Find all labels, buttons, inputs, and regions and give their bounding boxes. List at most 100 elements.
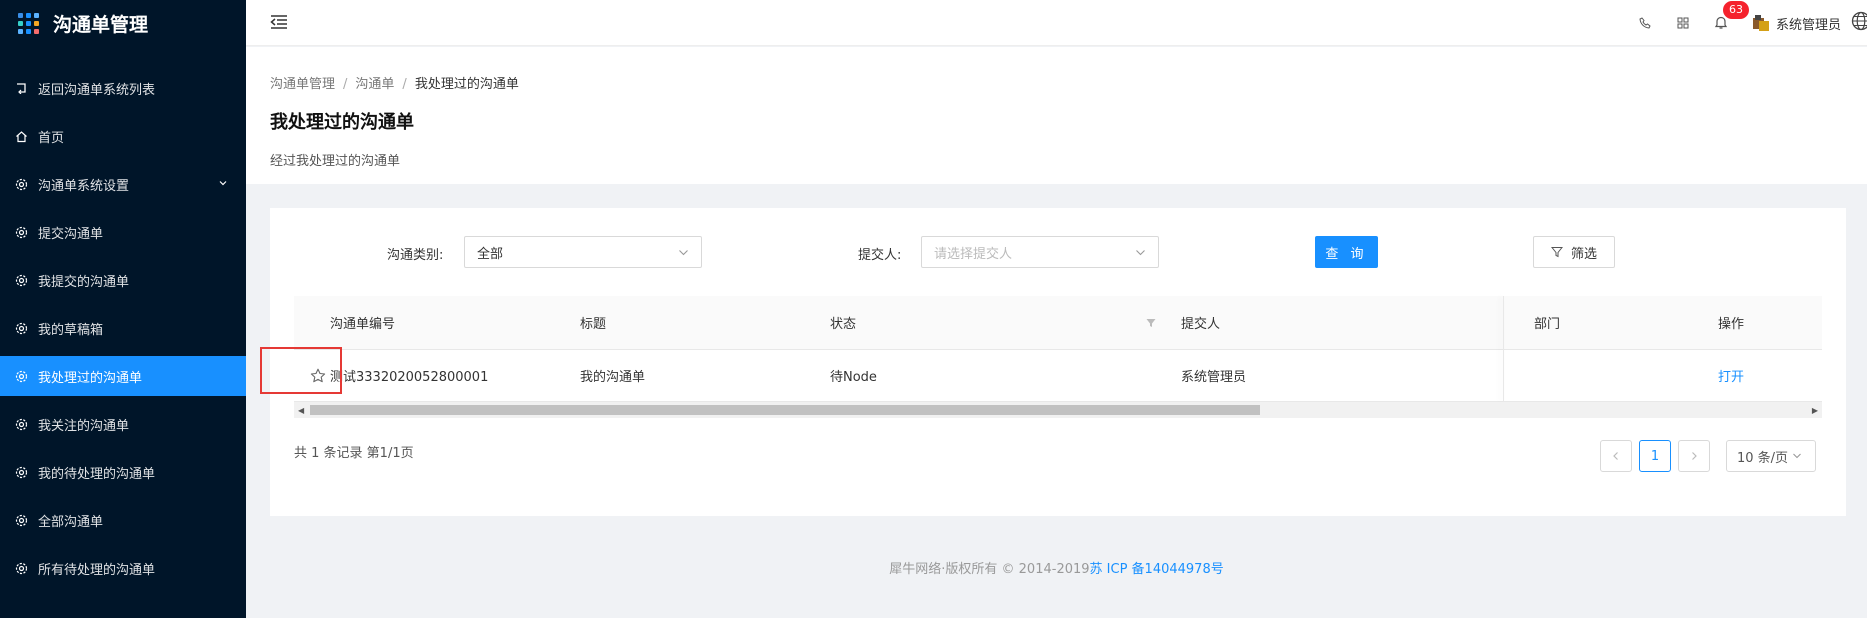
breadcrumb-item[interactable]: 沟通单管理 xyxy=(270,77,335,92)
scroll-left-icon[interactable]: ◀ xyxy=(298,406,304,415)
filter-button[interactable]: 筛选 xyxy=(1533,236,1615,268)
gear-icon xyxy=(14,369,28,383)
cell-title: 我的沟通单 xyxy=(580,370,646,385)
header-actions: 63 系统管理员 xyxy=(1626,0,1867,46)
sidebar-item-my-submitted[interactable]: 我提交的沟通单 xyxy=(0,260,246,300)
apps-icon[interactable] xyxy=(1664,17,1702,29)
cell-status: 待Node xyxy=(830,370,877,385)
app-title: 沟通单管理 xyxy=(53,13,149,36)
sidebar-item-processed[interactable]: 我处理过的沟通单 xyxy=(0,356,246,396)
chevron-down-icon xyxy=(678,247,689,262)
sidebar-item-label: 我的草稿箱 xyxy=(38,322,104,338)
category-value: 全部 xyxy=(477,246,504,262)
page-description: 经过我处理过的沟通单 xyxy=(270,154,401,169)
breadcrumb: 沟通单管理 / 沟通单 / 我处理过的沟通单 xyxy=(270,73,1843,92)
results-table: 沟通单编号 标题 状态 提交人 部门 操作 测试3332020052800001… xyxy=(294,296,1822,418)
highlight-box xyxy=(260,347,342,394)
breadcrumb-separator: / xyxy=(402,77,407,92)
sidebar-item-label: 我关注的沟通单 xyxy=(38,418,130,434)
sidebar-item-my-pending[interactable]: 我的待处理的沟通单 xyxy=(0,452,246,492)
gear-icon xyxy=(14,321,28,335)
sidebar-item-return[interactable]: 返回沟通单系统列表 xyxy=(0,68,246,108)
user-name: 系统管理员 xyxy=(1775,17,1841,33)
gear-icon xyxy=(14,513,28,527)
sidebar-item-label: 我提交的沟通单 xyxy=(38,274,130,290)
table-header: 沟通单编号 标题 状态 提交人 部门 操作 xyxy=(294,296,1822,350)
top-header: 63 系统管理员 xyxy=(246,0,1867,46)
sidebar-item-label: 我的待处理的沟通单 xyxy=(38,466,156,482)
category-select[interactable]: 全部 xyxy=(464,236,702,268)
user-menu[interactable]: 系统管理员 xyxy=(1752,14,1841,33)
content-card: 沟通类别: 全部 提交人: 请选择提交人 查 询 筛选 沟通单编号 标题 状态 … xyxy=(270,208,1846,516)
table-row: 测试3332020052800001 我的沟通单 待Node 系统管理员 打开 xyxy=(294,350,1822,402)
page-title: 我处理过的沟通单 xyxy=(270,112,414,133)
phone-icon[interactable] xyxy=(1626,17,1664,29)
sidebar-item-label: 返回沟通单系统列表 xyxy=(38,82,156,98)
return-icon xyxy=(14,81,28,95)
chevron-down-icon xyxy=(1135,247,1146,262)
page-size-value: 10 条/页 xyxy=(1737,450,1789,466)
column-header: 部门 xyxy=(1534,317,1561,332)
chevron-down-icon xyxy=(1792,451,1802,461)
column-filter-icon[interactable] xyxy=(1146,296,1156,349)
sidebar-item-followed[interactable]: 我关注的沟通单 xyxy=(0,404,246,444)
sidebar-item-label: 全部沟通单 xyxy=(38,514,104,530)
gear-icon xyxy=(14,465,28,479)
sidebar-item-all[interactable]: 全部沟通单 xyxy=(0,500,246,540)
submitter-label: 提交人: xyxy=(858,248,902,263)
prev-page-button[interactable] xyxy=(1600,440,1632,472)
menu-fold-icon[interactable] xyxy=(270,14,288,34)
filter-icon xyxy=(1550,246,1563,258)
globe-icon[interactable] xyxy=(1851,11,1867,35)
page-header: 沟通单管理 / 沟通单 / 我处理过的沟通单 我处理过的沟通单 经过我处理过的沟通单 xyxy=(246,47,1867,184)
sidebar-item-label: 所有待处理的沟通单 xyxy=(38,562,156,578)
logo[interactable]: 沟通单管理 xyxy=(0,0,246,46)
gear-icon xyxy=(14,417,28,431)
query-button[interactable]: 查 询 xyxy=(1315,236,1378,268)
sidebar-item-label: 我处理过的沟通单 xyxy=(38,370,143,386)
gear-icon xyxy=(14,273,28,287)
home-icon xyxy=(14,129,28,143)
open-link[interactable]: 打开 xyxy=(1718,350,1744,401)
sidebar-item-submit[interactable]: 提交沟通单 xyxy=(0,212,246,252)
app-grid-icon xyxy=(18,12,39,34)
cell-id: 测试3332020052800001 xyxy=(330,370,489,385)
gear-icon xyxy=(14,225,28,239)
column-header: 提交人 xyxy=(1181,317,1221,332)
next-page-button[interactable] xyxy=(1678,440,1710,472)
cell-submitter: 系统管理员 xyxy=(1181,370,1247,385)
column-header: 沟通单编号 xyxy=(330,317,396,332)
pagination-summary: 共 1 条记录 第1/1页 xyxy=(294,446,414,461)
category-label: 沟通类别: xyxy=(387,248,444,263)
scroll-right-icon[interactable]: ▶ xyxy=(1812,406,1818,415)
sidebar-item-label: 提交沟通单 xyxy=(38,226,104,242)
sidebar-item-all-pending[interactable]: 所有待处理的沟通单 xyxy=(0,548,246,588)
sidebar-menu: 返回沟通单系统列表 首页 沟通单系统设置 提交沟通单 我提交的沟通单 我的草稿箱… xyxy=(0,68,246,588)
icp-link[interactable]: 苏 ICP 备14044978号 xyxy=(1090,562,1224,577)
sidebar: 沟通单管理 返回沟通单系统列表 首页 沟通单系统设置 提交沟通单 我提交的沟通单… xyxy=(0,0,246,618)
sidebar-item-label: 首页 xyxy=(38,130,65,146)
horizontal-scrollbar[interactable]: ◀ ▶ xyxy=(294,402,1822,418)
breadcrumb-separator: / xyxy=(343,77,348,92)
app-root: 沟通单管理 返回沟通单系统列表 首页 沟通单系统设置 提交沟通单 我提交的沟通单… xyxy=(0,0,1867,618)
bell-icon[interactable]: 63 xyxy=(1702,0,1750,30)
gear-icon xyxy=(14,177,28,191)
footer: 犀牛网络·版权所有 © 2014-2019苏 ICP 备14044978号 xyxy=(246,558,1867,577)
sidebar-item-settings[interactable]: 沟通单系统设置 xyxy=(0,164,246,204)
fixed-column-divider xyxy=(1503,296,1504,402)
chevron-down-icon xyxy=(218,177,228,192)
submitter-select[interactable]: 请选择提交人 xyxy=(921,236,1159,268)
breadcrumb-current: 我处理过的沟通单 xyxy=(414,77,519,92)
filter-button-label: 筛选 xyxy=(1570,246,1597,262)
breadcrumb-item[interactable]: 沟通单 xyxy=(355,77,394,92)
scrollbar-thumb[interactable] xyxy=(310,405,1260,415)
gear-icon xyxy=(14,561,28,575)
column-header: 操作 xyxy=(1718,317,1745,332)
page-number-button[interactable]: 1 xyxy=(1639,440,1671,472)
page-size-select[interactable]: 10 条/页 xyxy=(1726,440,1816,472)
sidebar-item-home[interactable]: 首页 xyxy=(0,116,246,156)
avatar xyxy=(1752,14,1770,32)
sidebar-item-drafts[interactable]: 我的草稿箱 xyxy=(0,308,246,348)
sidebar-item-label: 沟通单系统设置 xyxy=(38,178,130,194)
column-header: 标题 xyxy=(580,317,607,332)
